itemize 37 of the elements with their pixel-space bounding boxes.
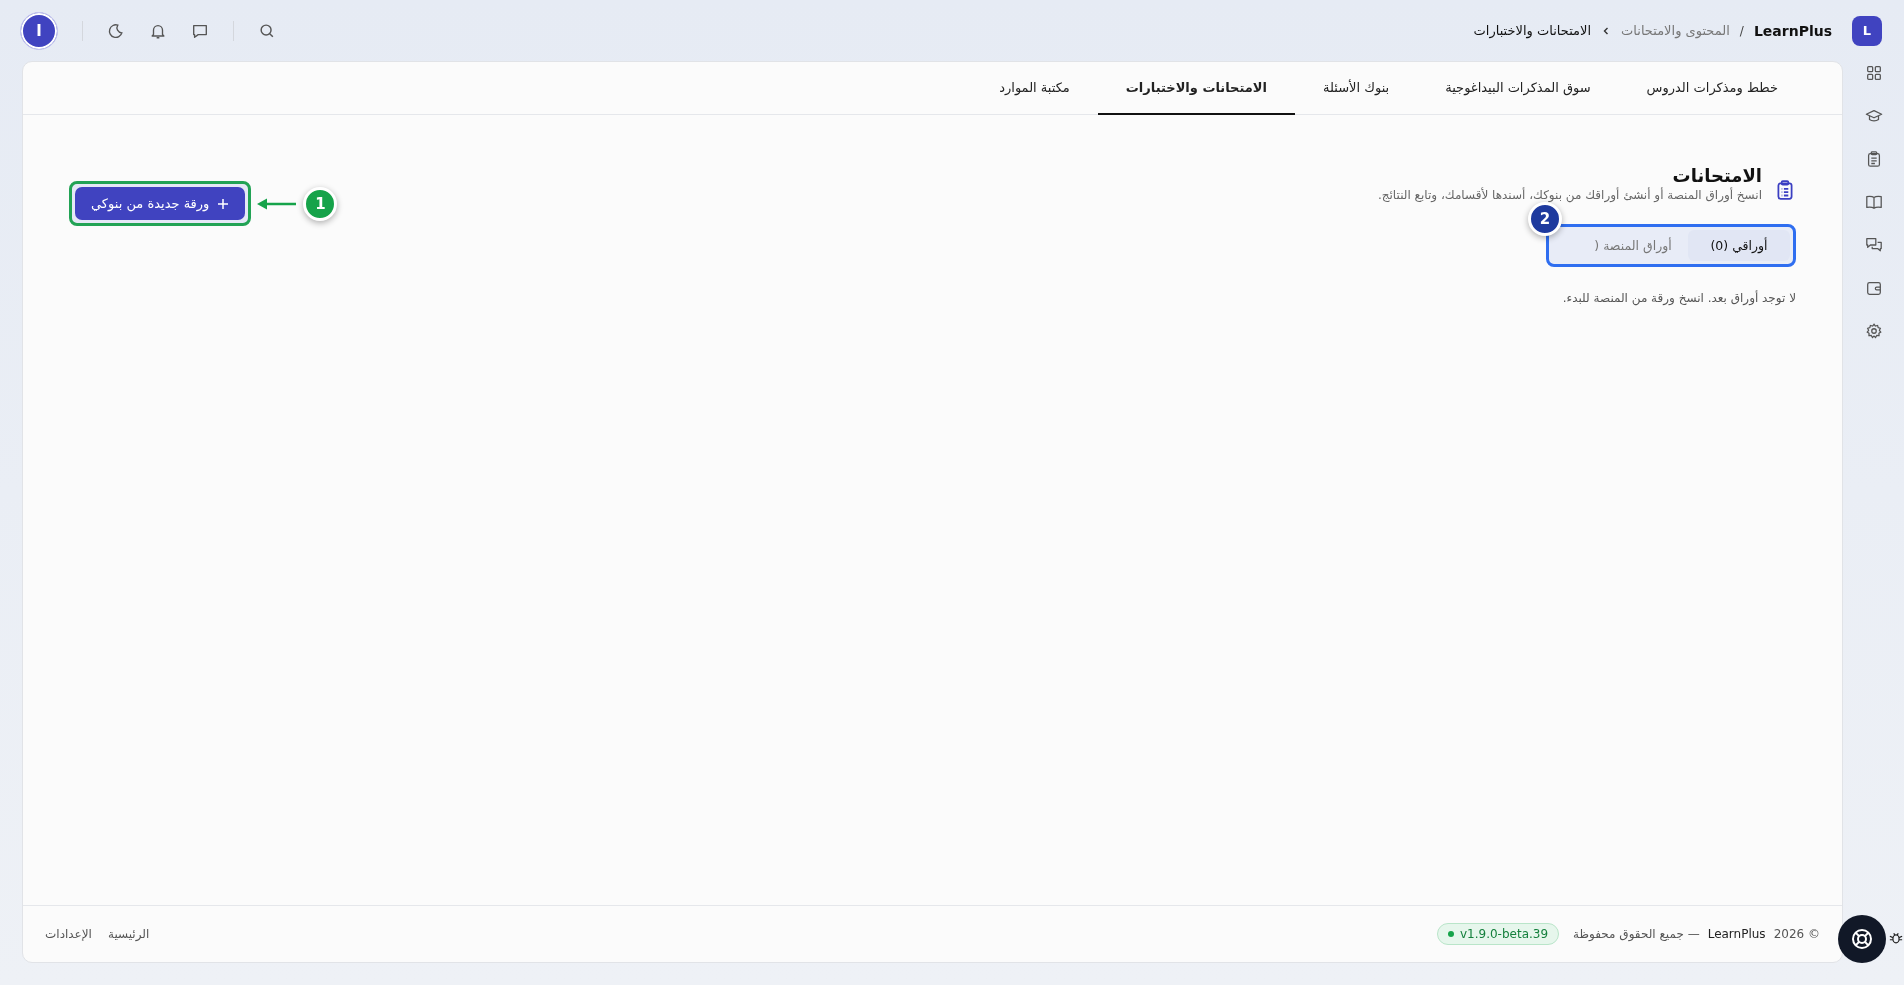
footer-link[interactable]: الإعدادات [45,927,92,941]
arrow-icon [257,197,298,210]
user-avatar[interactable]: ا [20,11,58,50]
bug-icon[interactable] [1889,931,1903,945]
page-subtitle: انسخ أوراق المنصة أو أنشئ أوراقك من بنوكك، أسندها لأقسامك، وتابع النتائج. [1377,188,1762,202]
wallet-icon[interactable] [1864,279,1883,297]
settings-icon[interactable] [1864,322,1883,340]
empty-message: لا توجد أوراق بعد. انسخ ورقة من المنصة للبدء. [1561,291,1796,305]
footer-link[interactable]: الرئيسية [107,927,150,941]
breadcrumb-separator: / [1739,23,1744,38]
tab[interactable]: سوق المذكرات البيداغوجية [1417,62,1619,115]
footer-brand: LearnPlus [1707,927,1766,941]
breadcrumb-item[interactable]: المحتوى والامتحانات [1621,23,1730,38]
logo-badge[interactable]: L [1852,15,1882,46]
search-icon[interactable] [258,21,276,40]
tab[interactable]: خطط ومذكرات الدروس [1618,62,1806,115]
rights-text: — جميع الحقوق محفوظة [1573,927,1700,941]
segment-tab[interactable]: أوراقي (0) [1688,230,1790,261]
chat-bubbles-icon[interactable] [1864,236,1883,254]
brand-name[interactable]: LearnPlus [1753,22,1832,39]
tab[interactable]: مكتبة الموارد [971,62,1098,115]
tab[interactable]: الامتحانات والاختبارات [1097,62,1295,115]
graduation-cap-icon[interactable] [1864,107,1883,125]
book-icon[interactable] [1864,193,1883,211]
tab[interactable]: بنوك الأسئلة [1295,62,1418,115]
help-button[interactable] [1838,915,1886,963]
grid-icon[interactable] [1864,64,1883,82]
version-badge: v1.9.0-beta.39 [1437,923,1560,945]
copyright-text: © 2026 [1773,927,1820,941]
step-badge: 1 [303,186,338,221]
new-paper-button[interactable]: ورقة جديدة من بنوكي [75,187,246,220]
plus-icon [217,197,230,210]
lifebuoy-icon [1850,927,1874,951]
breadcrumb-item: الامتحانات والاختبارات [1473,23,1592,38]
moon-icon[interactable] [107,21,125,40]
step-badge: 2 [1528,202,1562,236]
page-title: الامتحانات [1671,165,1762,186]
